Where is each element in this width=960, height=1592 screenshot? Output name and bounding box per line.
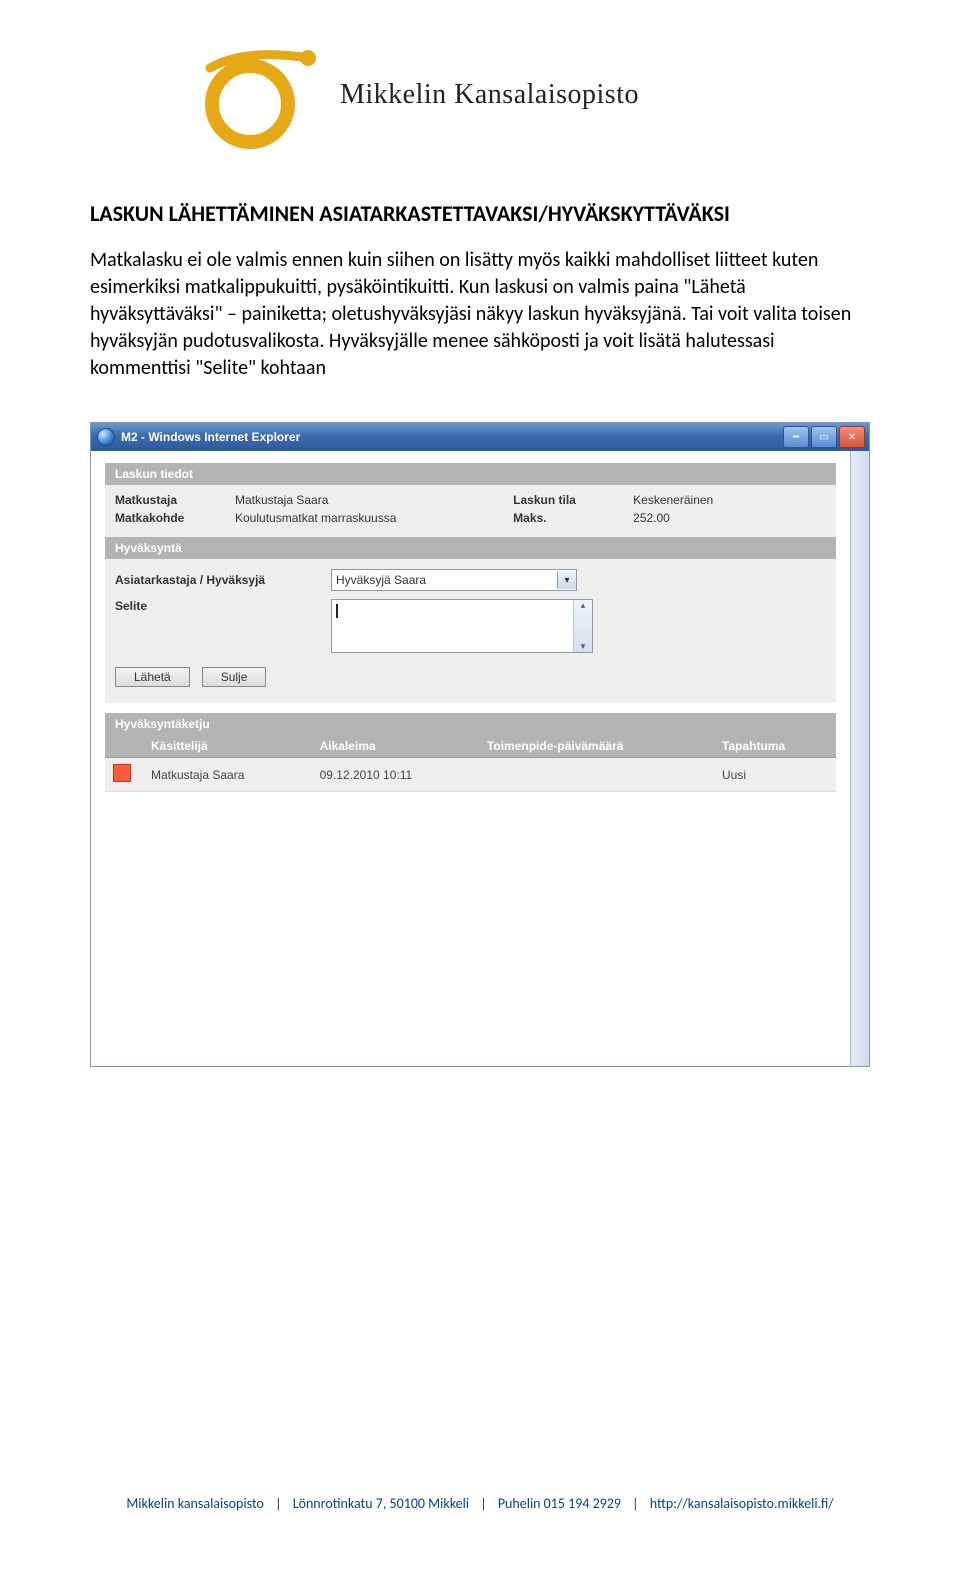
destination-value: Koulutusmatkat marraskuussa (235, 511, 396, 525)
close-button[interactable]: Sulje (202, 667, 267, 687)
page-header: Mikkelin Kansalaisopisto (190, 40, 870, 150)
cell-timestamp: 09.12.2010 10:11 (312, 758, 479, 792)
approver-select[interactable]: Hyväksyjä Saara ▾ (331, 569, 577, 591)
chevron-down-icon[interactable]: ▾ (557, 571, 576, 589)
close-window-button[interactable]: ✕ (839, 426, 865, 448)
ie-window: M2 - Windows Internet Explorer ━ ▭ ✕ Las… (90, 422, 870, 1067)
section-bar-invoice-info: Laskun tiedot (105, 463, 836, 485)
minimize-button[interactable]: ━ (783, 426, 809, 448)
selite-label: Selite (115, 599, 325, 613)
footer-address: Lönnrotinkatu 7, 50100 Mikkeli (293, 1495, 469, 1512)
scroll-up-icon[interactable]: ▴ (574, 600, 592, 611)
section-bar-chain: Hyväksyntäketju (105, 713, 836, 735)
traveler-label: Matkustaja (115, 493, 235, 507)
max-label: Maks. (513, 511, 633, 525)
page-footer: Mikkelin kansalaisopisto | Lönnrotinkatu… (0, 1495, 960, 1512)
text-cursor-icon (336, 604, 338, 618)
section-heading: LASKUN LÄHETTÄMINEN ASIATARKASTETTAVAKSI… (90, 200, 870, 227)
max-value: 252.00 (633, 511, 670, 525)
approver-label: Asiatarkastaja / Hyväksyjä (115, 573, 325, 587)
approval-chain-table: Käsittelijä Aikaleima Toimenpide-päivämä… (105, 735, 836, 792)
window-titlebar: M2 - Windows Internet Explorer ━ ▭ ✕ (91, 423, 869, 451)
status-square-icon (113, 764, 131, 782)
approval-panel: Asiatarkastaja / Hyväksyjä Hyväksyjä Saa… (105, 559, 836, 703)
window-title: M2 - Windows Internet Explorer (121, 430, 300, 444)
cell-handler: Matkustaja Saara (143, 758, 312, 792)
scroll-down-icon[interactable]: ▾ (574, 641, 592, 652)
footer-phone: Puhelin 015 194 2929 (498, 1495, 621, 1512)
table-row: Matkustaja Saara 09.12.2010 10:11 Uusi (105, 758, 836, 792)
footer-org: Mikkelin kansalaisopisto (126, 1495, 264, 1512)
destination-label: Matkakohde (115, 511, 235, 525)
status-label: Laskun tila (513, 493, 633, 507)
instruction-paragraph: Matkalasku ei ole valmis ennen kuin siih… (90, 247, 870, 382)
logo-icon (190, 40, 320, 150)
section-bar-approval: Hyväksyntä (105, 537, 836, 559)
selite-textarea[interactable]: ▴ ▾ (331, 599, 593, 653)
window-scrollbar[interactable] (850, 451, 869, 1066)
brand-name: Mikkelin Kansalaisopisto (340, 79, 639, 111)
status-value: Keskeneräinen (633, 493, 713, 507)
ie-icon (97, 428, 115, 446)
cell-action-date (479, 758, 714, 792)
traveler-value: Matkustaja Saara (235, 493, 328, 507)
invoice-info-panel: Matkustaja Matkustaja Saara Laskun tila … (105, 485, 836, 537)
approver-selected-value: Hyväksyjä Saara (336, 573, 426, 587)
col-timestamp: Aikaleima (312, 735, 479, 758)
textarea-scrollbar[interactable]: ▴ ▾ (573, 600, 592, 652)
cell-event: Uusi (714, 758, 836, 792)
send-button[interactable]: Lähetä (115, 667, 190, 687)
col-action-date: Toimenpide-päivämäärä (479, 735, 714, 758)
col-event: Tapahtuma (714, 735, 836, 758)
maximize-button[interactable]: ▭ (811, 426, 837, 448)
footer-url: http://kansalaisopisto.mikkeli.fi/ (650, 1495, 834, 1512)
col-handler: Käsittelijä (143, 735, 312, 758)
